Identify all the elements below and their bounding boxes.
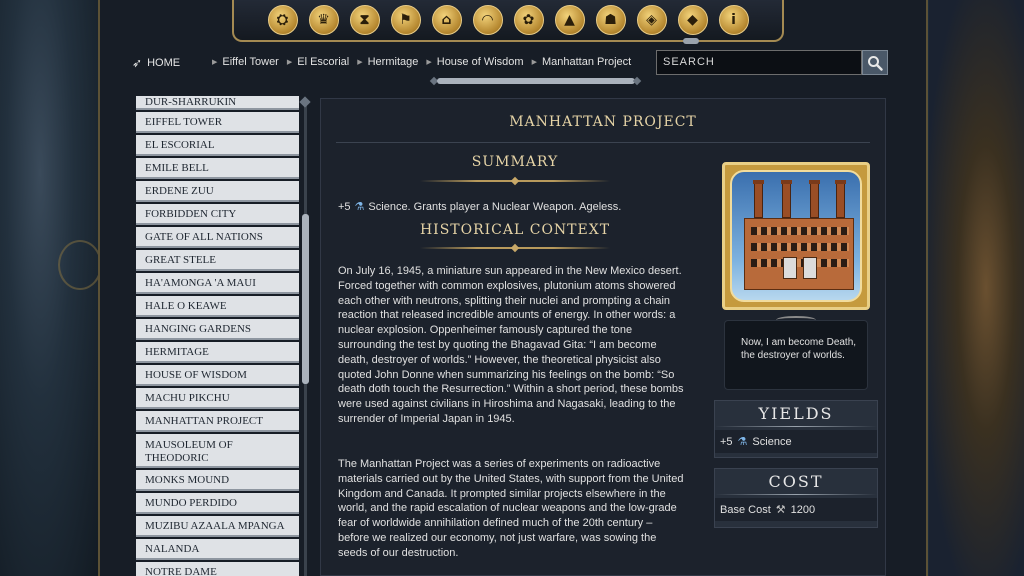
- smokestack: [753, 180, 764, 218]
- breadcrumb: ▶ Eiffel Tower ▶ El Escorial ▶ Hermitage ▶ H…: [212, 56, 631, 68]
- districts-icon[interactable]: ⚑: [390, 5, 421, 35]
- manhattan-project-image: [730, 170, 862, 302]
- city-states-icon[interactable]: ⧗: [349, 5, 380, 35]
- yields-heading: YIELDS: [758, 404, 834, 423]
- search-icon: [868, 55, 883, 71]
- history-heading: HISTORICAL CONTEXT: [419, 222, 611, 238]
- list-item[interactable]: Hanging Gardens: [136, 319, 299, 340]
- list-item[interactable]: Hermitage: [136, 342, 299, 363]
- list-item[interactable]: Mausoleum of Theodoric: [136, 434, 299, 468]
- science-icon: ⚗: [354, 201, 365, 213]
- cost-row: Base Cost ⚒ 1200: [715, 498, 877, 521]
- topbar-handle: [683, 38, 699, 44]
- list-item[interactable]: Gate of All Nations: [136, 227, 299, 248]
- list-item[interactable]: Nalanda: [136, 539, 299, 560]
- smokestack: [781, 180, 792, 218]
- breadcrumb-item[interactable]: ▶ El Escorial: [287, 56, 349, 68]
- breadcrumb-item[interactable]: ▶ Hermitage: [357, 56, 418, 68]
- caret-right-icon: ▶: [286, 59, 293, 66]
- map-backdrop-right: [929, 0, 1024, 576]
- history-paragraph-1: On July 16, 1945, a miniature sun appear…: [338, 265, 684, 425]
- list-item[interactable]: Great Stele: [136, 250, 299, 271]
- breadcrumb-scrollbar[interactable]: [437, 78, 635, 84]
- info-icon[interactable]: i: [718, 5, 749, 35]
- great-people-icon[interactable]: ☗: [595, 5, 626, 35]
- caret-right-icon: ▶: [212, 59, 218, 66]
- leaders-icon[interactable]: ♛: [308, 5, 339, 35]
- production-hammer-icon: ⚒: [775, 504, 786, 516]
- list-item[interactable]: Hale o Keawe: [136, 296, 299, 317]
- list-item[interactable]: Notre Dame: [136, 562, 299, 576]
- smokestack: [809, 180, 820, 218]
- factory-building: [744, 218, 854, 290]
- title-divider: [336, 142, 870, 143]
- caret-right-icon: ▶: [426, 59, 432, 66]
- list-item[interactable]: Emile Bell: [136, 158, 299, 179]
- list-item-selected[interactable]: Manhattan Project: [136, 411, 299, 432]
- back-arrow-icon: ➶: [132, 56, 143, 70]
- resources-icon[interactable]: ◆: [677, 5, 708, 35]
- cost-box: COST Base Cost ⚒ 1200: [714, 468, 878, 528]
- unit-promotions-icon[interactable]: ▲: [554, 5, 585, 35]
- list-scrollbar-thumb[interactable]: [302, 214, 309, 384]
- caret-right-icon: ▶: [357, 59, 363, 66]
- breadcrumb-item[interactable]: ▶ Eiffel Tower: [212, 56, 279, 68]
- caret-right-icon: ▶: [531, 59, 537, 66]
- list-item[interactable]: Machu Pikchu: [136, 388, 299, 409]
- wonder-quote: Now, I am become Death, the destroyer of…: [724, 320, 868, 390]
- page-title: MANHATTAN PROJECT: [509, 114, 697, 130]
- science-icon: ⚗: [737, 436, 748, 448]
- breadcrumb-item[interactable]: ▶ House of Wisdom: [426, 56, 523, 68]
- cost-heading: COST: [768, 472, 824, 491]
- breadcrumb-item[interactable]: ▶ Manhattan Project: [532, 56, 632, 68]
- yields-box: YIELDS +5 ⚗ Science: [714, 400, 878, 458]
- technologies-icon[interactable]: ◈: [636, 5, 667, 35]
- list-item[interactable]: Erdene Zuu: [136, 181, 299, 202]
- history-paragraph-2: The Manhattan Project was a series of ex…: [338, 458, 684, 559]
- list-item[interactable]: Eiffel Tower: [136, 112, 299, 133]
- list-item[interactable]: Ha'amonga 'a Maui: [136, 273, 299, 294]
- units-icon[interactable]: ✿: [513, 5, 544, 35]
- list-item[interactable]: Forbidden City: [136, 204, 299, 225]
- list-item[interactable]: Mundo Perdido: [136, 493, 299, 514]
- wonder-portrait: [722, 162, 870, 310]
- category-icon-bar: ⛭ ♛ ⧗ ⚑ ⌂ ◠ ✿ ▲ ☗ ◈ ◆ i: [232, 0, 784, 42]
- wonder-list: Dur-Sharrukin Eiffel Tower El Escorial E…: [136, 96, 299, 576]
- search-input[interactable]: SEARCH: [656, 50, 862, 75]
- list-item[interactable]: House of Wisdom: [136, 365, 299, 386]
- list-item[interactable]: Monks Mound: [136, 470, 299, 491]
- home-label: HOME: [147, 57, 181, 69]
- hex-map-ornament: [58, 240, 102, 290]
- summary-text: +5 ⚗ Science. Grants player a Nuclear We…: [338, 200, 622, 214]
- yield-row: +5 ⚗ Science: [715, 430, 877, 453]
- summary-heading: SUMMARY: [471, 154, 559, 170]
- list-item[interactable]: Muzibu Azaala Mpanga: [136, 516, 299, 537]
- list-item[interactable]: El Escorial: [136, 135, 299, 156]
- list-item[interactable]: Dur-Sharrukin: [136, 96, 299, 110]
- smokestack: [835, 180, 846, 218]
- search-button[interactable]: [862, 50, 888, 75]
- wonders-icon[interactable]: ◠: [472, 5, 503, 35]
- civilizations-icon[interactable]: ⛭: [267, 5, 298, 35]
- home-link[interactable]: ➶ HOME: [132, 56, 180, 70]
- buildings-icon[interactable]: ⌂: [431, 5, 462, 35]
